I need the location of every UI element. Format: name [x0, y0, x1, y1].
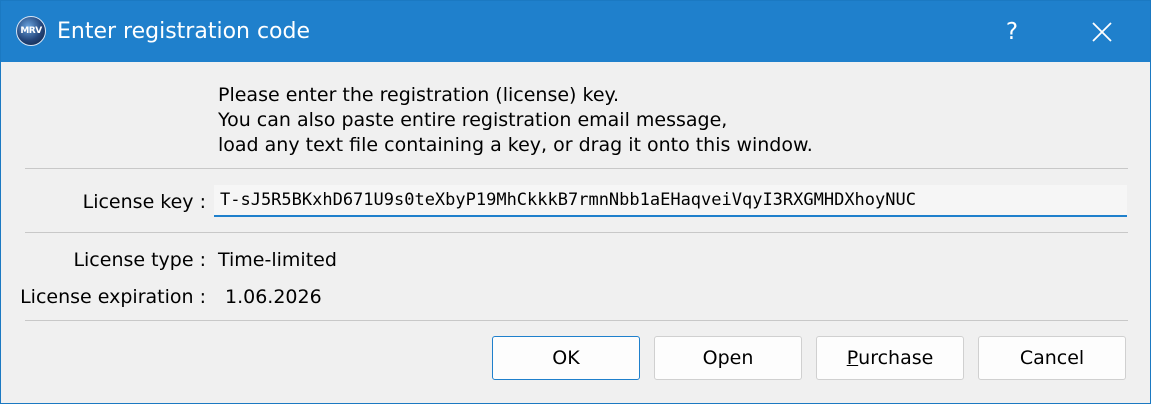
instruction-line-1: Please enter the registration (license) …: [218, 84, 620, 106]
license-type-label: License type :: [73, 249, 206, 271]
instruction-line-3: load any text file containing a key, or …: [218, 134, 813, 156]
purchase-label: urchase: [858, 347, 934, 369]
window-title: Enter registration code: [57, 19, 311, 44]
title-bar[interactable]: MRV Enter registration code ?: [1, 1, 1150, 62]
purchase-mnemonic: P: [846, 347, 859, 369]
license-key-label: License key :: [82, 191, 206, 213]
help-button[interactable]: ?: [981, 1, 1043, 62]
purchase-button[interactable]: Purchase: [816, 336, 964, 380]
license-expiration-value: 1.06.2026: [225, 286, 322, 308]
open-button[interactable]: Open: [654, 336, 802, 380]
license-expiration-label: License expiration :: [20, 286, 206, 308]
divider: [25, 320, 1128, 321]
close-icon: [1092, 21, 1112, 42]
instructions-text: Please enter the registration (license) …: [218, 83, 813, 158]
license-type-value: Time-limited: [218, 249, 337, 271]
app-logo-text: MRV: [20, 26, 42, 36]
divider: [25, 232, 1128, 233]
close-button[interactable]: [1071, 1, 1133, 62]
registration-dialog: MRV Enter registration code ? Please ent…: [0, 0, 1151, 404]
license-key-input[interactable]: [214, 185, 1127, 217]
app-logo-icon: MRV: [16, 16, 46, 46]
cancel-button[interactable]: Cancel: [978, 336, 1126, 380]
divider: [25, 168, 1128, 169]
instruction-line-2: You can also paste entire registration e…: [218, 109, 728, 131]
ok-button[interactable]: OK: [492, 336, 640, 380]
